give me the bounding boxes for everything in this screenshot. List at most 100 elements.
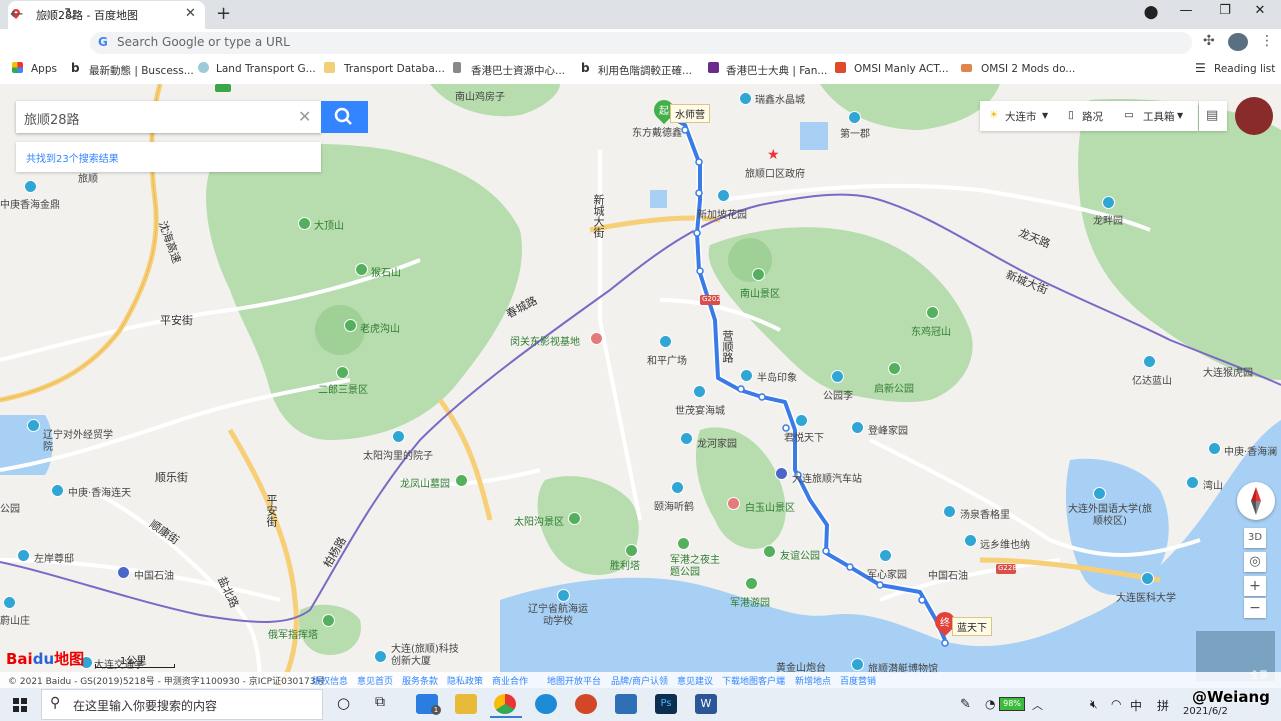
- chrome-icon[interactable]: [494, 694, 516, 714]
- map-label[interactable]: 远乡维也纳: [980, 536, 1030, 551]
- map-label[interactable]: 公园李: [823, 387, 853, 402]
- reload-icon[interactable]: ↻: [64, 4, 77, 23]
- word-icon[interactable]: W: [695, 694, 717, 714]
- map-label[interactable]: 大顶山: [314, 217, 344, 232]
- map-label[interactable]: 瑞鑫水晶城: [755, 91, 805, 106]
- footer-link[interactable]: 版权信息: [312, 674, 348, 687]
- map-label[interactable]: 猴石山: [371, 264, 401, 279]
- map-label[interactable]: 大连(旅顺)科技创新大厦: [391, 644, 461, 668]
- footer-link[interactable]: 服务条款: [402, 674, 438, 687]
- map-label[interactable]: 半岛印象: [757, 369, 797, 384]
- map-label[interactable]: 蔚山庄: [0, 612, 30, 627]
- footer-link[interactable]: 意见首页: [357, 674, 393, 687]
- map-label[interactable]: 大连外国语大学(旅顺校区): [1065, 504, 1155, 528]
- clock-date[interactable]: 2021/6/2: [1183, 706, 1228, 717]
- 3d-toggle-button[interactable]: 3D: [1244, 528, 1266, 548]
- end-stop-label[interactable]: 蓝天下: [952, 617, 992, 636]
- footer-link[interactable]: 隐私政策: [447, 674, 483, 687]
- map-label[interactable]: 世茂宴海城: [675, 402, 725, 417]
- clear-search-icon[interactable]: ✕: [298, 107, 311, 126]
- zoom-out-button[interactable]: −: [1244, 598, 1266, 618]
- photoshop-icon[interactable]: Ps: [655, 694, 677, 714]
- footer-link[interactable]: 商业合作: [492, 674, 528, 687]
- map-label[interactable]: 湾山: [1203, 477, 1223, 492]
- bookmark-item[interactable]: 香港巴士資源中心...: [471, 63, 565, 78]
- footer-link[interactable]: 意见建议: [677, 674, 713, 687]
- map-label[interactable]: 二郎三景区: [318, 381, 368, 396]
- toolbox-button[interactable]: 工具箱: [1143, 109, 1175, 124]
- windows-start-icon[interactable]: [13, 698, 27, 712]
- map-label[interactable]: 俄军指挥塔: [268, 626, 318, 641]
- chevron-up-icon[interactable]: ︿: [1032, 697, 1043, 713]
- task-view-icon[interactable]: ⧉: [375, 694, 385, 710]
- forward-icon[interactable]: →: [37, 4, 50, 23]
- compass-icon[interactable]: [1237, 482, 1275, 520]
- traffic-button[interactable]: 路况: [1082, 109, 1103, 124]
- map-label[interactable]: 公园: [0, 500, 20, 515]
- map-label[interactable]: 新加坡花园: [697, 206, 747, 221]
- map-label[interactable]: 大连猴虎园: [1203, 364, 1253, 379]
- battery-indicator[interactable]: 98%: [999, 697, 1025, 711]
- map-label[interactable]: 启新公园: [874, 380, 914, 395]
- bookmark-item[interactable]: Land Transport G...: [216, 63, 316, 75]
- map-label[interactable]: 军港之夜主题公园: [670, 555, 720, 579]
- map-label[interactable]: 辽宁省航海运动学校: [528, 604, 588, 628]
- map-label[interactable]: 南山鸡房子: [455, 88, 505, 103]
- map-search-input[interactable]: 旅顺28路: [24, 109, 80, 128]
- map-label[interactable]: 和平广场: [647, 352, 687, 367]
- bookmark-item[interactable]: OMSI Manly ACT...: [854, 63, 949, 75]
- map-label[interactable]: 中庚·香海连天: [68, 484, 131, 499]
- start-stop-label[interactable]: 水师营: [670, 104, 710, 123]
- map-label[interactable]: 友谊公园: [780, 547, 820, 562]
- map-label[interactable]: 大连旅顺汽车站: [792, 470, 862, 485]
- reading-list-button[interactable]: Reading list: [1214, 63, 1275, 75]
- pen-icon[interactable]: ✎: [960, 697, 971, 712]
- wifi-icon[interactable]: ◠: [1111, 697, 1121, 711]
- file-explorer-icon[interactable]: [455, 694, 477, 714]
- ime-pinyin[interactable]: 拼: [1157, 697, 1169, 714]
- new-tab-button[interactable]: +: [216, 3, 231, 24]
- map-label[interactable]: 颐海听鹤: [654, 498, 694, 513]
- map-label[interactable]: 龙河家园: [697, 435, 737, 450]
- map-label[interactable]: 龙凤山墓园: [400, 475, 450, 490]
- footer-link[interactable]: 新增地点: [795, 674, 831, 687]
- city-selector[interactable]: 大连市: [1005, 109, 1037, 124]
- map-search-button[interactable]: [321, 101, 368, 133]
- footer-link[interactable]: 地图开放平台: [547, 674, 601, 687]
- map-label[interactable]: 白玉山景区: [745, 499, 795, 514]
- search-result-count[interactable]: 共找到23个搜索结果: [26, 150, 119, 165]
- map-label[interactable]: 闵关东影视基地: [510, 333, 580, 348]
- map-label[interactable]: 东方戴德鑫: [632, 124, 682, 139]
- close-window-button[interactable]: ✕: [1245, 3, 1275, 18]
- footer-link[interactable]: 品牌/商户认领: [611, 674, 668, 687]
- speaker-muted-icon[interactable]: 🔇︎: [1090, 697, 1098, 712]
- address-input[interactable]: Search Google or type a URL: [117, 35, 290, 49]
- minimize-button[interactable]: —: [1171, 3, 1201, 18]
- bookmark-apps[interactable]: Apps: [31, 63, 57, 75]
- zoom-in-button[interactable]: +: [1244, 576, 1266, 596]
- bookmark-item[interactable]: OMSI 2 Mods do...: [981, 63, 1075, 75]
- bookmark-item[interactable]: Transport Databa...: [344, 63, 445, 75]
- map-label[interactable]: 太阳沟景区: [514, 513, 564, 528]
- locate-icon[interactable]: ◎: [1244, 552, 1266, 572]
- profile-dropdown-icon[interactable]: ⬤: [1136, 5, 1166, 20]
- bookmark-item[interactable]: 最新動態 | Buscess...: [89, 63, 194, 78]
- menu-icon[interactable]: ⋮: [1260, 33, 1274, 49]
- map-label[interactable]: 南山景区: [740, 285, 780, 300]
- map-canvas[interactable]: G202 G228 南山鸡房子 瑞鑫水晶城 东方戴德鑫 第一郡 ★ 旅顺口区政府…: [0, 84, 1281, 688]
- map-label[interactable]: 太阳沟里的院子: [363, 447, 433, 462]
- profile-avatar[interactable]: [1228, 33, 1248, 51]
- extensions-icon[interactable]: ✣: [1203, 33, 1215, 49]
- map-label[interactable]: 胜利塔: [610, 557, 640, 572]
- map-label[interactable]: 军港游园: [730, 594, 770, 609]
- maximize-button[interactable]: ❐: [1210, 3, 1240, 18]
- map-label[interactable]: 中庚香海金鼎: [0, 196, 60, 211]
- map-label[interactable]: 大连医科大学: [1116, 589, 1176, 604]
- close-tab-icon[interactable]: ✕: [185, 6, 196, 21]
- map-label[interactable]: 登峰家园: [868, 422, 908, 437]
- map-label[interactable]: 中国石油: [134, 567, 174, 582]
- map-label[interactable]: 左岸尊邸: [34, 550, 74, 565]
- map-label[interactable]: 东鸡冠山: [911, 323, 951, 338]
- map-label[interactable]: 军心家园: [867, 566, 907, 581]
- map-label[interactable]: 辽宁对外经贸学院: [43, 430, 113, 454]
